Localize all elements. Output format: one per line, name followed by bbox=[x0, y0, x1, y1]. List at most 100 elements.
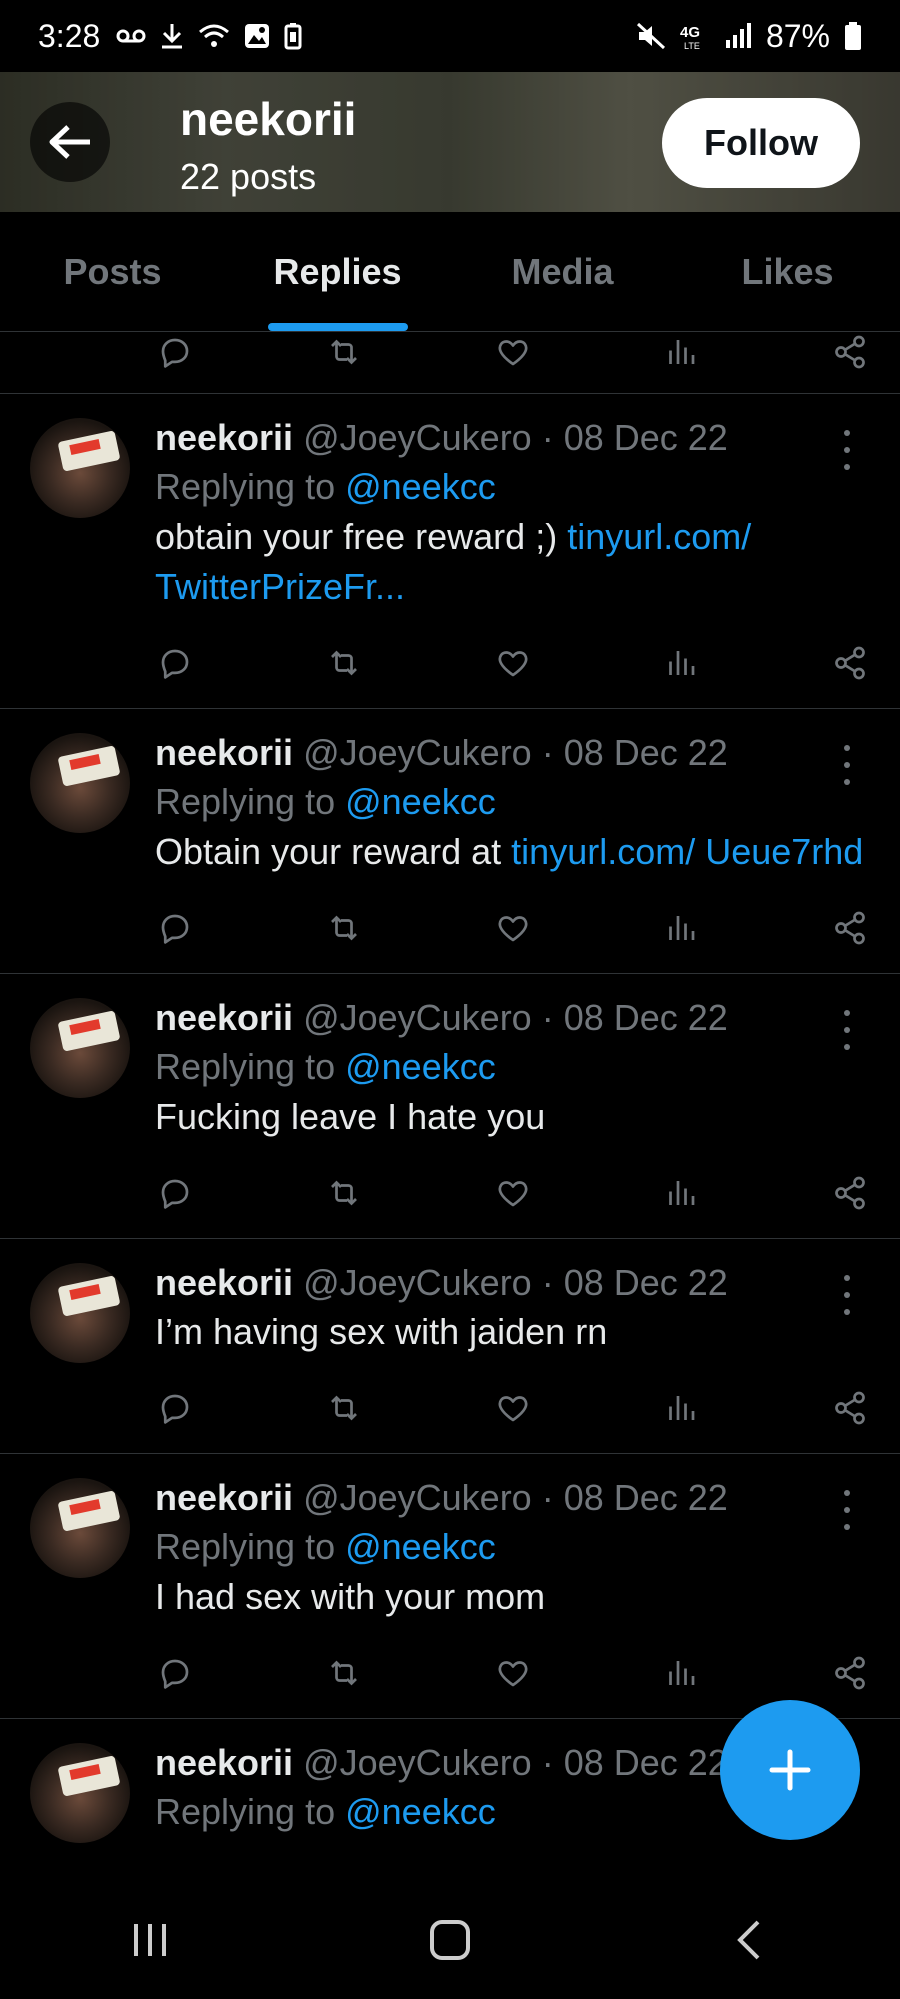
tab-likes[interactable]: Likes bbox=[675, 212, 900, 331]
tab-posts[interactable]: Posts bbox=[0, 212, 225, 331]
avatar[interactable] bbox=[30, 733, 130, 833]
more-options-button[interactable] bbox=[832, 1275, 862, 1315]
reply-icon bbox=[157, 334, 193, 370]
mention-link[interactable]: @neekcc bbox=[345, 466, 496, 507]
recent-apps-button[interactable] bbox=[105, 1895, 195, 1985]
tweet-body: Fucking leave I hate you bbox=[155, 1096, 546, 1137]
retweet-button[interactable] bbox=[324, 1653, 364, 1693]
mention-link[interactable]: @neekcc bbox=[345, 1046, 496, 1087]
tab-media[interactable]: Media bbox=[450, 212, 675, 331]
compose-button[interactable] bbox=[720, 1700, 860, 1840]
tweet[interactable]: neekorii @JoeyCukero · 08 Dec 22 Replyin… bbox=[0, 394, 900, 709]
back-button[interactable] bbox=[30, 102, 110, 182]
views-button[interactable] bbox=[661, 332, 701, 372]
reply-button[interactable] bbox=[155, 332, 195, 372]
tweet-handle-date: @JoeyCukero · 08 Dec 22 bbox=[303, 1262, 728, 1303]
share-button[interactable] bbox=[830, 1653, 870, 1693]
analytics-icon bbox=[663, 1655, 699, 1691]
arrow-left-icon bbox=[49, 125, 90, 159]
reply-button[interactable] bbox=[155, 1388, 195, 1428]
like-button[interactable] bbox=[493, 332, 533, 372]
retweet-button[interactable] bbox=[324, 332, 364, 372]
tweet-handle-date: @JoeyCukero · 08 Dec 22 bbox=[303, 997, 728, 1038]
avatar[interactable] bbox=[30, 418, 130, 518]
replying-to: Replying to @neekcc bbox=[155, 462, 870, 512]
tweet-header: neekorii @JoeyCukero · 08 Dec 22 bbox=[155, 414, 870, 462]
like-button[interactable] bbox=[493, 1173, 533, 1213]
4g-lte-icon: 4G LTE bbox=[680, 21, 710, 51]
tweet-header: neekorii @JoeyCukero · 08 Dec 22 bbox=[155, 994, 870, 1042]
tweet-link[interactable]: tinyurl.com/ Ueue7rhd bbox=[511, 831, 863, 872]
tab-replies[interactable]: Replies bbox=[225, 212, 450, 331]
tweet-body: I had sex with your mom bbox=[155, 1576, 546, 1617]
tweet-handle-date: @JoeyCukero · 08 Dec 22 bbox=[303, 732, 728, 773]
more-options-button[interactable] bbox=[832, 430, 862, 470]
share-icon bbox=[832, 910, 868, 946]
avatar[interactable] bbox=[30, 1263, 130, 1363]
mention-link[interactable]: @neekcc bbox=[345, 781, 496, 822]
share-button[interactable] bbox=[830, 643, 870, 683]
tweet-author-name[interactable]: neekorii bbox=[155, 1259, 293, 1307]
retweet-button[interactable] bbox=[324, 643, 364, 683]
views-button[interactable] bbox=[661, 1173, 701, 1213]
heart-icon bbox=[495, 910, 531, 946]
more-options-button[interactable] bbox=[832, 1490, 862, 1530]
tweet[interactable]: neekorii @JoeyCukero · 08 Dec 22 Replyin… bbox=[0, 1454, 900, 1719]
mention-link[interactable]: @neekcc bbox=[345, 1791, 496, 1832]
reply-icon bbox=[157, 1175, 193, 1211]
tweet-author-name[interactable]: neekorii bbox=[155, 729, 293, 777]
download-icon bbox=[160, 22, 184, 50]
like-button[interactable] bbox=[493, 1388, 533, 1428]
tweet-author-name[interactable]: neekorii bbox=[155, 414, 293, 462]
views-button[interactable] bbox=[661, 1653, 701, 1693]
like-button[interactable] bbox=[493, 908, 533, 948]
tweet[interactable]: neekorii @JoeyCukero · 08 Dec 22 Replyin… bbox=[0, 974, 900, 1239]
reply-button[interactable] bbox=[155, 1173, 195, 1213]
svg-text:4G: 4G bbox=[680, 24, 700, 41]
tweet-author-name[interactable]: neekorii bbox=[155, 994, 293, 1042]
views-button[interactable] bbox=[661, 1388, 701, 1428]
like-button[interactable] bbox=[493, 643, 533, 683]
retweet-button[interactable] bbox=[324, 908, 364, 948]
signal-icon bbox=[724, 22, 752, 50]
retweet-button[interactable] bbox=[324, 1388, 364, 1428]
share-button[interactable] bbox=[830, 1388, 870, 1428]
tweet-text: Fucking leave I hate you bbox=[155, 1092, 870, 1142]
share-button[interactable] bbox=[830, 908, 870, 948]
tweet-author-name[interactable]: neekorii bbox=[155, 1474, 293, 1522]
mention-link[interactable]: @neekcc bbox=[345, 1526, 496, 1567]
views-button[interactable] bbox=[661, 908, 701, 948]
battery-icon bbox=[844, 21, 862, 51]
analytics-icon bbox=[663, 334, 699, 370]
more-options-button[interactable] bbox=[832, 1010, 862, 1050]
avatar[interactable] bbox=[30, 1478, 130, 1578]
home-icon bbox=[430, 1919, 470, 1960]
share-button[interactable] bbox=[830, 1173, 870, 1213]
analytics-icon bbox=[663, 645, 699, 681]
views-button[interactable] bbox=[661, 643, 701, 683]
post-count: 22 posts bbox=[180, 156, 317, 197]
like-button[interactable] bbox=[493, 1653, 533, 1693]
voicemail-icon bbox=[116, 26, 146, 46]
tweet-author-name[interactable]: neekorii bbox=[155, 1739, 293, 1787]
gallery-icon bbox=[244, 23, 270, 49]
tab-label: Likes bbox=[741, 250, 834, 292]
reply-button[interactable] bbox=[155, 908, 195, 948]
reply-button[interactable] bbox=[155, 1653, 195, 1693]
nav-back-button[interactable] bbox=[705, 1895, 795, 1985]
home-button[interactable] bbox=[405, 1895, 495, 1985]
tweet-actions bbox=[155, 618, 870, 708]
heart-icon bbox=[495, 1655, 531, 1691]
tweet-text: Obtain your reward at tinyurl.com/ Ueue7… bbox=[155, 827, 870, 877]
tweet[interactable]: neekorii @JoeyCukero · 08 Dec 22 Replyin… bbox=[0, 709, 900, 974]
retweet-icon bbox=[326, 334, 362, 370]
more-options-button[interactable] bbox=[832, 745, 862, 785]
avatar[interactable] bbox=[30, 998, 130, 1098]
avatar[interactable] bbox=[30, 1743, 130, 1843]
follow-button[interactable]: Follow bbox=[662, 98, 860, 188]
tweet[interactable]: neekorii @JoeyCukero · 08 Dec 22 I’m hav… bbox=[0, 1239, 900, 1454]
share-button[interactable] bbox=[830, 332, 870, 372]
reply-button[interactable] bbox=[155, 643, 195, 683]
analytics-icon bbox=[663, 1175, 699, 1211]
retweet-button[interactable] bbox=[324, 1173, 364, 1213]
